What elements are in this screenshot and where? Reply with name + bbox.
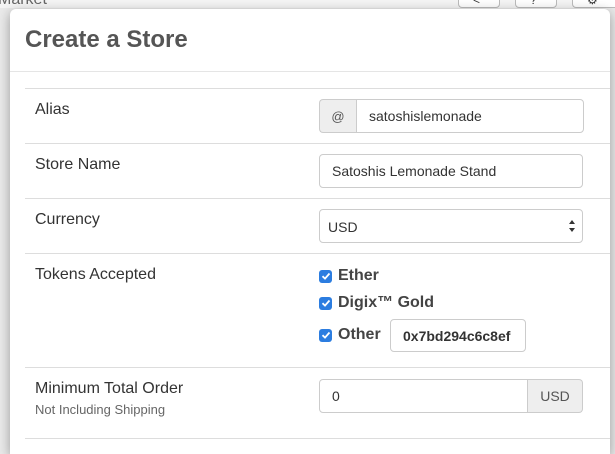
token-digix-option[interactable]: Digix™ Gold [319, 294, 434, 312]
token-digix-label: Digix™ Gold [338, 294, 434, 311]
background-settings-label: ⚙ [587, 0, 598, 7]
background-back-label: < [473, 0, 481, 7]
alias-input[interactable] [356, 99, 584, 133]
min-order-input-group: USD [319, 379, 583, 413]
modal-title: Create a Store [25, 26, 188, 53]
other-token-address-input[interactable] [390, 319, 526, 352]
min-order-label: Minimum Total Order [35, 380, 184, 397]
alias-row: Alias @ [25, 89, 610, 144]
select-arrows-icon [569, 220, 575, 232]
tokens-row: Tokens Accepted Ether Digix™ Gold Other [25, 254, 610, 368]
background-help-button[interactable]: ? [515, 0, 557, 8]
background-back-button[interactable]: < [458, 0, 500, 8]
currency-label: Currency [35, 211, 100, 228]
min-order-input[interactable] [319, 379, 528, 413]
store-name-input[interactable] [319, 154, 583, 188]
background-navbar: Market < ? ⚙ [0, 0, 615, 8]
background-settings-button[interactable]: ⚙ [572, 0, 615, 8]
modal-header: Create a Store [10, 9, 610, 72]
store-name-input-group [319, 154, 583, 188]
min-order-sublabel: Not Including Shipping [35, 402, 166, 417]
create-store-modal: Create a Store Alias @ Store Name Curren… [10, 9, 610, 454]
alias-prefix: @ [319, 99, 356, 133]
checkmark-icon [321, 299, 330, 307]
token-other-checkbox[interactable] [319, 328, 332, 342]
token-ether-label: Ether [338, 267, 379, 284]
token-ether-checkbox[interactable] [319, 269, 332, 283]
tokens-label: Tokens Accepted [35, 266, 156, 283]
create-store-form: Alias @ Store Name Currency USD [25, 88, 610, 439]
min-order-currency-suffix: USD [528, 379, 583, 413]
background-nav-title: Market [0, 0, 47, 8]
token-ether-option[interactable]: Ether [319, 267, 379, 285]
checkmark-icon [321, 331, 330, 339]
currency-select[interactable]: USD [319, 209, 583, 243]
token-other-option[interactable]: Other [319, 326, 381, 344]
token-other-label: Other [338, 326, 381, 343]
token-digix-checkbox[interactable] [319, 296, 332, 310]
background-help-label: ? [530, 0, 537, 7]
store-name-label: Store Name [35, 156, 121, 173]
checkmark-icon [321, 272, 330, 280]
store-name-row: Store Name [25, 144, 610, 199]
alias-input-group: @ [319, 99, 584, 133]
currency-selected-value: USD [328, 219, 358, 235]
min-order-row: Minimum Total Order Not Including Shippi… [25, 368, 610, 439]
alias-label: Alias [35, 101, 70, 118]
currency-row: Currency USD [25, 199, 610, 254]
